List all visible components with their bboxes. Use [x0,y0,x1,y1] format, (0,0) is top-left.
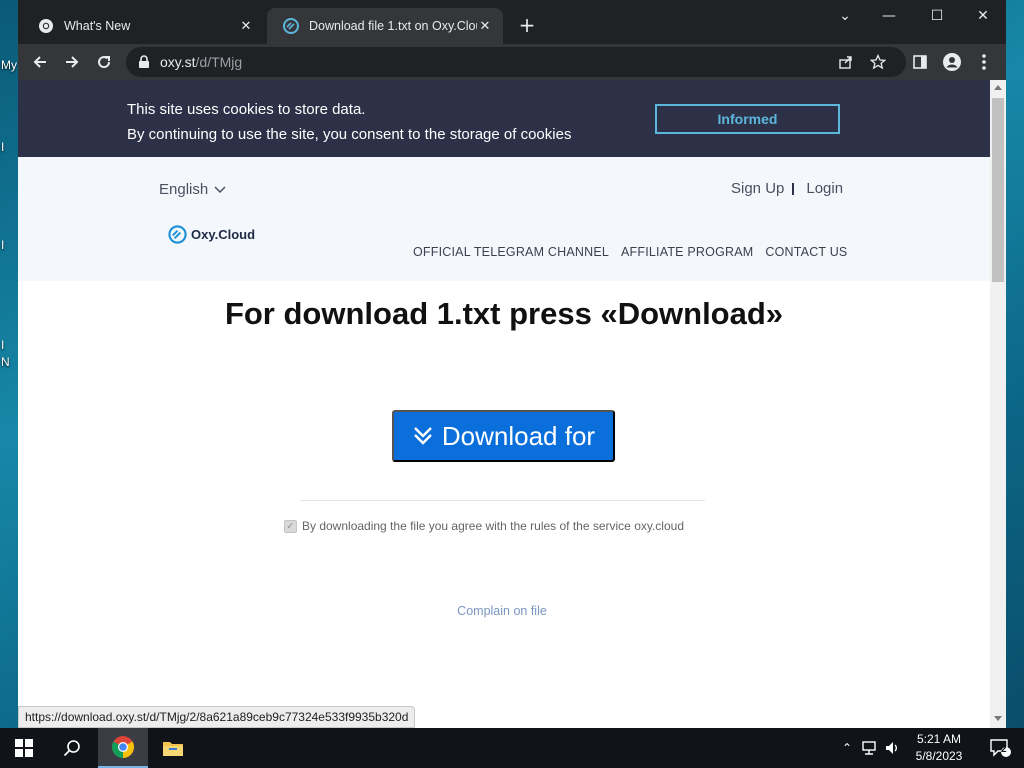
notification-icon [990,739,1011,757]
network-icon[interactable] [860,740,878,756]
taskbar-file-explorer[interactable] [150,728,196,768]
scrollbar-thumb[interactable] [992,98,1004,282]
taskbar-chrome[interactable] [98,728,148,768]
logo-text: Oxy.Cloud [191,227,256,242]
start-button[interactable] [0,728,48,768]
chevron-up-icon[interactable]: ⌃ [838,741,856,755]
tab-search-chevron-icon[interactable]: ⌄ [822,4,868,28]
nav-affiliate-program[interactable]: AFFILIATE PROGRAM [621,245,753,259]
close-tab-icon[interactable]: ✕ [477,18,493,34]
profile-avatar-icon[interactable] [942,52,962,72]
auth-links: Sign Up Login [731,180,843,197]
main-nav: OFFICIAL TELEGRAM CHANNEL AFFILIATE PROG… [413,245,847,259]
search-button[interactable] [48,728,96,768]
cookie-line-2: By continuing to use the site, you conse… [127,126,572,143]
browser-toolbar: oxy.st/d/TMjg [18,44,1006,80]
informed-button[interactable]: Informed [655,104,840,134]
scroll-down-arrow-icon[interactable] [994,716,1002,721]
chrome-icon [112,736,134,758]
divider [792,182,795,195]
site-header: English Sign Up Login Oxy.Cloud OFFICIAL… [18,157,990,281]
forward-button[interactable] [60,50,84,74]
complain-link[interactable]: Complain on file [18,604,986,618]
volume-icon[interactable] [884,740,900,756]
tab-title: What's New [64,19,131,33]
close-window-button[interactable]: ✕ [960,4,1006,28]
desktop-icon-label[interactable]: I [1,238,4,252]
desktop-icon-label[interactable]: I [1,338,4,352]
lock-icon[interactable] [138,55,150,69]
search-icon [63,740,80,757]
nav-telegram-channel[interactable]: OFFICIAL TELEGRAM CHANNEL [413,245,609,259]
taskbar-clock[interactable]: 5:21 AM 5/8/2023 [900,731,978,765]
chevron-down-icon [214,185,226,193]
signup-link[interactable]: Sign Up [731,180,784,197]
login-link[interactable]: Login [806,180,843,197]
oxy-cloud-logo-icon [168,225,187,244]
maximize-button[interactable]: ☐ [914,4,960,28]
clock-date: 5/8/2023 [915,749,963,763]
cookie-banner: This site uses cookies to store data. By… [18,80,990,157]
terms-agreement: ✓ By downloading the file you agree with… [284,519,684,533]
kebab-menu-icon[interactable] [974,52,994,72]
arrow-right-icon [66,56,79,68]
page-scrollbar[interactable] [990,80,1006,728]
minimize-button[interactable]: — [866,4,912,28]
browser-window: What's New ✕ Download file 1.txt on Oxy.… [18,0,1006,728]
reload-icon [98,56,111,69]
clock-time: 5:21 AM [916,732,962,746]
desktop-icon-label[interactable]: N [1,355,10,369]
tab-strip: What's New ✕ Download file 1.txt on Oxy.… [18,0,1006,44]
desktop-icon-label[interactable]: I [1,140,4,154]
page-viewport: This site uses cookies to store data. By… [18,80,990,728]
nav-contact-us[interactable]: CONTACT US [765,245,847,259]
status-bubble-url: https://download.oxy.st/d/TMjg/2/8a621a8… [18,706,416,728]
tab-download-file[interactable]: Download file 1.txt on Oxy.Cloud ✕ [267,8,503,44]
download-button[interactable]: Download for [392,410,615,462]
agree-text: By downloading the file you agree with t… [302,519,684,533]
desktop-icon-label[interactable]: My [1,58,17,72]
system-tray: ⌃ [838,728,900,768]
page-title: For download 1.txt press «Download» [224,296,784,331]
oxy-cloud-logo[interactable]: Oxy.Cloud [168,225,255,244]
bookmark-star-icon[interactable] [870,54,886,70]
side-panel-icon[interactable] [910,52,930,72]
arrow-left-icon [33,56,46,68]
url-text[interactable]: oxy.st/d/TMjg [160,54,242,70]
cookie-message: This site uses cookies to store data. By… [127,97,571,147]
back-button[interactable] [28,50,52,74]
notification-count-badge: 2 [1001,744,1007,755]
double-chevron-down-icon [414,427,432,445]
oxy-cloud-favicon-icon [283,18,299,34]
address-bar[interactable]: oxy.st/d/TMjg [126,47,906,77]
cookie-line-1: This site uses cookies to store data. [127,101,366,118]
close-tab-icon[interactable]: ✕ [238,18,254,34]
share-icon[interactable] [838,54,854,70]
action-center-button[interactable]: 2 [980,728,1020,768]
tab-whats-new[interactable]: What's New ✕ [22,8,264,44]
download-button-label: Download for [441,420,596,451]
scroll-up-arrow-icon[interactable] [994,85,1002,90]
chrome-icon [38,18,54,34]
windows-logo-icon [15,739,33,757]
taskbar: ⌃ 5:21 AM 5/8/2023 2 [0,728,1024,768]
divider [300,500,705,501]
reload-button[interactable] [92,50,116,74]
language-selector[interactable]: English [159,181,226,198]
folder-icon [163,742,183,756]
agree-checkbox[interactable]: ✓ [284,519,297,533]
tab-title: Download file 1.txt on Oxy.Cloud [309,19,477,33]
new-tab-button[interactable]: + [516,14,538,36]
language-label: English [159,181,209,198]
